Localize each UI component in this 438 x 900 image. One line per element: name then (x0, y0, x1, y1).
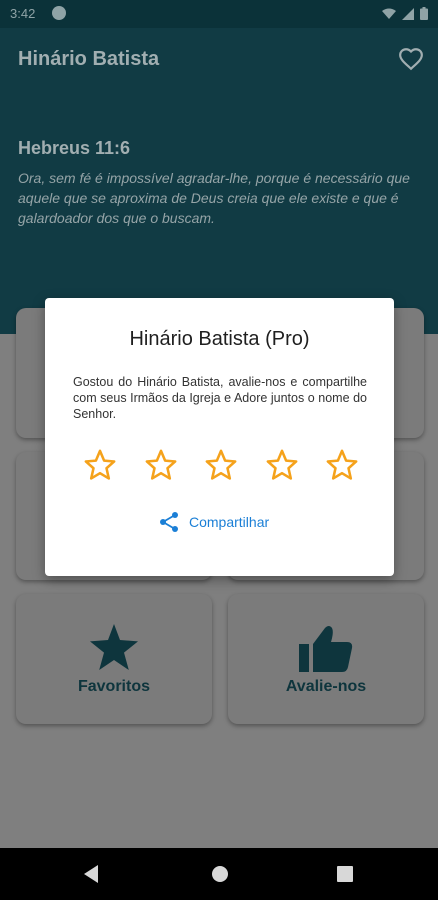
verse-text: Ora, sem fé é impossível agradar-lhe, po… (18, 170, 410, 226)
share-button[interactable]: Compartilhar (157, 510, 269, 534)
notification-icon (52, 6, 66, 20)
star-1-icon[interactable] (83, 448, 117, 482)
status-icons (382, 7, 428, 20)
share-label: Compartilhar (189, 514, 270, 530)
star-2-icon[interactable] (144, 448, 178, 482)
favorite-heart-icon[interactable] (398, 46, 424, 72)
wifi-icon (382, 8, 396, 19)
recents-icon[interactable] (336, 864, 354, 884)
dialog-message: Gostou do Hinário Batista, avalie-nos e … (73, 375, 367, 421)
home-icon[interactable] (211, 864, 229, 884)
rate-label: Avalie-nos (285, 678, 367, 695)
star-4-icon[interactable] (265, 448, 299, 482)
status-time: 3:42 (10, 6, 36, 21)
thumbs-up-icon (299, 626, 353, 672)
verse-reference: Hebreus 11:6 (18, 138, 131, 158)
status-bar: 3:42 (0, 0, 438, 28)
signal-icon (402, 7, 414, 20)
rate-card[interactable]: Avalie-nos (228, 594, 424, 724)
navigation-bar (0, 848, 438, 900)
star-icon (90, 624, 138, 670)
rating-dialog: Hinário Batista (Pro) Gostou do Hinário … (45, 298, 394, 576)
share-icon (160, 512, 178, 532)
favorites-label: Favoritos (77, 678, 150, 695)
app-header: Hinário Batista Hebreus 11:6 Ora, sem fé… (0, 28, 438, 334)
battery-icon (420, 7, 428, 20)
star-5-icon[interactable] (325, 448, 359, 482)
dialog-title: Hinário Batista (Pro) (129, 328, 310, 350)
star-3-icon[interactable] (204, 448, 238, 482)
rating-stars (83, 448, 359, 482)
app-title: Hinário Batista (18, 48, 160, 70)
back-icon[interactable] (82, 864, 100, 884)
favorites-card[interactable]: Favoritos (16, 594, 212, 724)
